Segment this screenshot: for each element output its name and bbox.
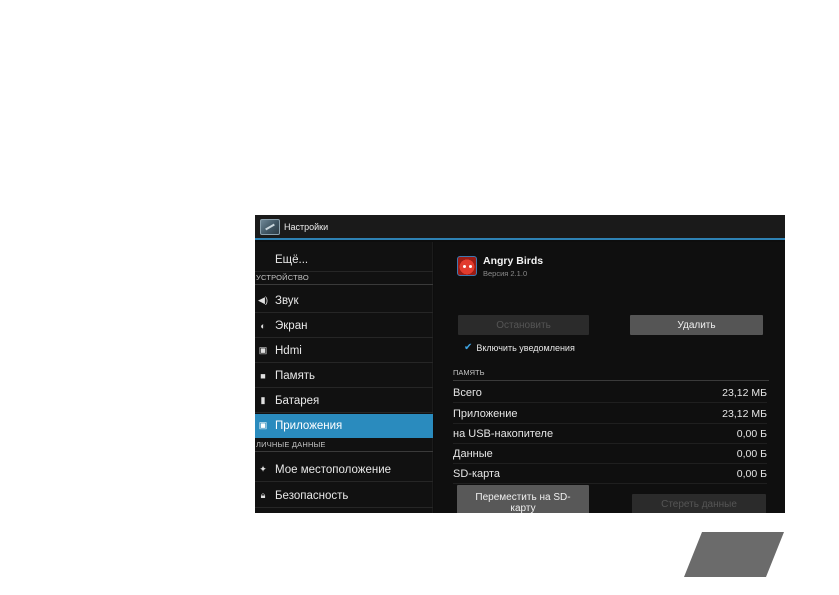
app-version: Версия 2.1.0 [483, 269, 528, 278]
tablet-screen: Настройки Ещё... УСТРОЙСТВО ◀) Звук ◐ Эк… [255, 215, 785, 513]
lock-icon: 🔒︎ [260, 490, 266, 500]
settings-sidebar: Ещё... УСТРОЙСТВО ◀) Звук ◐ Экран ▣ Hdmi… [255, 242, 433, 513]
clear-data-button[interactable]: Стереть данные [632, 494, 766, 513]
app-detail-panel: Angry Birds Версия 2.1.0 Остановить Удал… [434, 242, 785, 513]
checkmark-icon: ✔ [464, 342, 473, 353]
storage-row-value: 0,00 Б [736, 447, 767, 460]
sidebar-section-personal: ЛИЧНЫЕ ДАННЫЕ [255, 440, 433, 452]
move-to-sd-button[interactable]: Переместить на SD-карту [457, 485, 589, 513]
title-bar: Настройки [255, 215, 785, 240]
storage-row-value: 23,12 МБ [722, 407, 767, 420]
sidebar-item-apps[interactable]: ▣ Приложения [255, 414, 433, 438]
settings-app-icon[interactable] [260, 218, 280, 235]
storage-row-usb: на USB-накопителе 0,00 Б [453, 424, 767, 444]
storage-row-label: Приложение [453, 407, 518, 420]
sidebar-item-battery[interactable]: ▮ Батарея [255, 389, 433, 413]
storage-row-label: Данные [453, 447, 493, 460]
storage-row-app: Приложение 23,12 МБ [453, 404, 767, 424]
sidebar-item-label: Мое местоположение [275, 463, 392, 476]
storage-section-header: ПАМЯТЬ [453, 368, 769, 381]
sidebar-item-storage[interactable]: ■ Память [255, 364, 433, 388]
storage-row-total: Всего 23,12 МБ [453, 383, 767, 403]
sidebar-item-location[interactable]: ✦ Мое местоположение [255, 458, 433, 482]
sidebar-item-label: Звук [275, 294, 299, 307]
display-icon: ◐ [260, 320, 266, 331]
sidebar-item-label: Экран [275, 319, 308, 332]
app-name: Angry Birds [483, 255, 544, 267]
hdmi-icon: ▣ [258, 345, 268, 355]
sidebar-item-label: Память [275, 369, 316, 382]
storage-row-value: 0,00 Б [736, 467, 767, 480]
storage-row-value: 23,12 МБ [722, 386, 767, 399]
sidebar-item-more[interactable]: Ещё... [255, 248, 433, 272]
storage-row-sd: SD-карта 0,00 Б [453, 464, 767, 484]
sidebar-item-sound[interactable]: ◀) Звук [255, 289, 433, 313]
window-title: Настройки [284, 221, 329, 232]
sidebar-item-label: Безопасность [275, 489, 349, 502]
sidebar-item-label: Батарея [275, 394, 320, 407]
battery-icon: ▮ [260, 395, 266, 405]
sidebar-section-device: УСТРОЙСТВО [255, 273, 433, 285]
storage-row-value: 0,00 Б [736, 427, 767, 440]
page-number-tab [684, 532, 784, 577]
storage-row-label: на USB-накопителе [453, 427, 554, 440]
storage-row-label: SD-карта [453, 467, 501, 480]
apps-icon: ▣ [258, 420, 268, 430]
storage-row-data: Данные 0,00 Б [453, 444, 767, 464]
notifications-checkbox[interactable]: ✔ Включить уведомления [464, 342, 575, 353]
sidebar-item-hdmi[interactable]: ▣ Hdmi [255, 339, 433, 363]
volume-icon: ◀) [258, 295, 268, 305]
location-icon: ✦ [259, 464, 267, 474]
sidebar-item-security[interactable]: 🔒︎ Безопасность [255, 484, 433, 508]
notifications-label: Включить уведомления [476, 342, 575, 353]
sidebar-item-display[interactable]: ◐ Экран [255, 314, 433, 338]
uninstall-button[interactable]: Удалить [630, 315, 763, 335]
sidebar-item-label: Ещё... [275, 253, 309, 266]
sidebar-item-label: Приложения [275, 419, 343, 432]
sidebar-item-label: Hdmi [275, 344, 302, 357]
storage-icon: ■ [260, 370, 266, 381]
storage-row-label: Всего [453, 386, 482, 399]
force-stop-button[interactable]: Остановить [458, 315, 589, 335]
angry-birds-icon [457, 256, 477, 276]
